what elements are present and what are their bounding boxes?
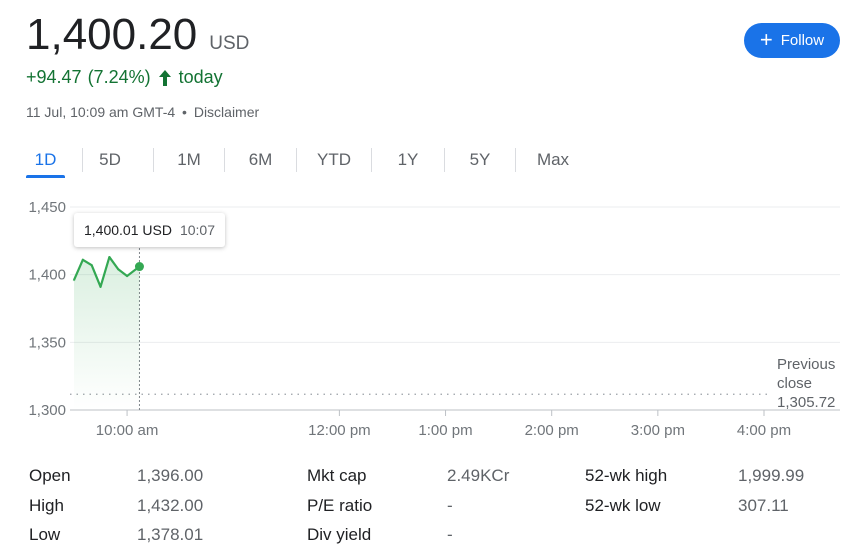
key-stats: Open 1,396.00 High 1,432.00 Low 1,378.01…: [29, 462, 849, 547]
stat-pe-label: P/E ratio: [307, 496, 373, 515]
tab-max[interactable]: Max: [516, 142, 590, 178]
previous-close-label: close: [777, 375, 812, 392]
y-tick-label: 1,450: [28, 199, 66, 216]
x-tick-label: 2:00 pm: [525, 422, 579, 439]
x-tick-label: 12:00 pm: [308, 422, 371, 439]
stat-52wk-high-label: 52-wk high: [585, 466, 668, 485]
disclaimer-link[interactable]: Disclaimer: [194, 104, 259, 120]
stat-open-value: 1,396.00: [137, 466, 204, 485]
y-tick-label: 1,350: [28, 334, 66, 351]
stat-52wk-low-value: 307.11: [738, 496, 789, 515]
chart-tooltip: 1,400.01 USD 10:07: [74, 213, 225, 247]
stat-high-value: 1,432.00: [137, 496, 204, 515]
x-tick-label: 10:00 am: [96, 422, 159, 439]
current-price: 1,400.20: [26, 10, 198, 59]
data-point: [72, 278, 76, 282]
change-amount: +94.47: [26, 67, 82, 87]
change-period: today: [178, 67, 223, 87]
data-point: [125, 274, 129, 278]
meta-separator: •: [182, 104, 187, 120]
stat-mktcap-label: Mkt cap: [307, 466, 367, 485]
stat-low-label: Low: [29, 525, 61, 544]
tooltip-value: 1,400.01 USD: [84, 222, 172, 238]
stat-high-label: High: [29, 496, 64, 515]
x-tick-label: 4:00 pm: [737, 422, 791, 439]
x-tick-label: 1:00 pm: [418, 422, 472, 439]
x-tick-label: 3:00 pm: [631, 422, 685, 439]
tab-1m[interactable]: 1M: [154, 142, 224, 178]
stat-low-value: 1,378.01: [137, 525, 204, 544]
price-change: +94.47 (7.24%) today: [26, 67, 223, 88]
y-tick-label: 1,300: [28, 402, 66, 419]
quote-timestamp: 11 Jul, 10:09 am GMT-4: [26, 104, 176, 120]
data-point: [99, 285, 102, 288]
price-area: [74, 257, 140, 410]
hover-point: [134, 262, 144, 272]
previous-close-value: 1,305.72: [777, 394, 835, 411]
stat-open-label: Open: [29, 466, 71, 485]
tab-ytd[interactable]: YTD: [297, 142, 371, 178]
tab-1d[interactable]: 1D: [26, 142, 65, 178]
tab-5d[interactable]: 5D: [83, 142, 137, 178]
tab-6m[interactable]: 6M: [225, 142, 296, 178]
plus-icon: +: [759, 26, 773, 52]
stat-52wk-low-label: 52-wk low: [585, 496, 661, 515]
stat-52wk-high-value: 1,999.99: [738, 466, 805, 485]
tab-5y[interactable]: 5Y: [445, 142, 515, 178]
change-percent: (7.24%): [87, 67, 151, 87]
data-point: [108, 255, 111, 259]
currency-code: USD: [209, 33, 250, 54]
follow-label: Follow: [780, 32, 825, 49]
price-header: 1,400.20 USD: [26, 10, 249, 60]
data-point: [117, 268, 120, 271]
stat-div-label: Div yield: [307, 525, 372, 544]
follow-button[interactable]: + Follow: [744, 23, 840, 58]
stat-pe-value: -: [447, 496, 453, 515]
quote-meta: 11 Jul, 10:09 am GMT-4 • Disclaimer: [26, 104, 259, 120]
previous-close-label: Previous: [777, 356, 835, 373]
stat-mktcap-value: 2.49KCr: [447, 466, 510, 485]
tooltip-time: 10:07: [179, 222, 215, 238]
y-tick-label: 1,400: [28, 267, 66, 284]
arrow-up-icon: [158, 69, 171, 86]
stat-div-value: -: [447, 525, 453, 544]
data-point: [90, 264, 93, 267]
range-tabs: 1D 5D 1M 6M YTD 1Y 5Y Max: [26, 142, 590, 178]
tab-1y[interactable]: 1Y: [372, 142, 444, 178]
data-point: [81, 258, 84, 261]
